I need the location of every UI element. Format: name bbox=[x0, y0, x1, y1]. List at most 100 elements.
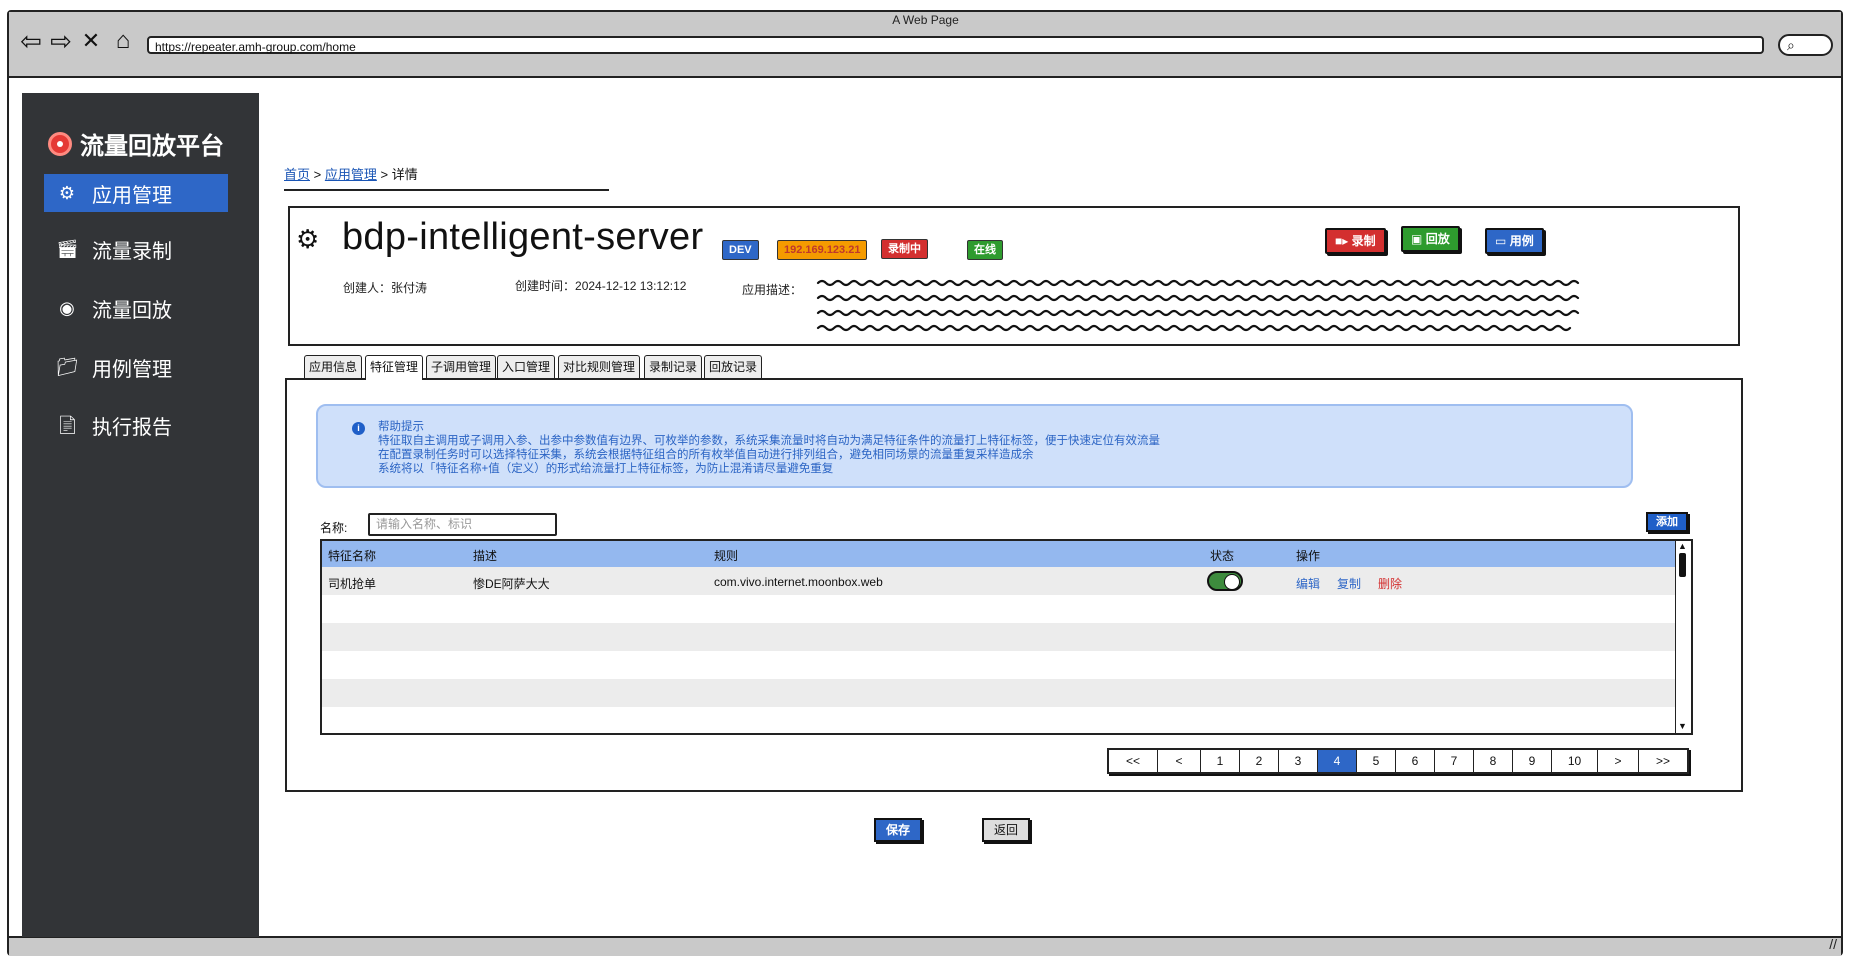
delete-link[interactable]: 删除 bbox=[1378, 575, 1402, 592]
sidebar-item-case-management[interactable]: 📁︎ 用例管理 bbox=[44, 348, 228, 386]
tab-feature-management[interactable]: 特征管理 bbox=[365, 355, 424, 380]
copy-link[interactable]: 复制 bbox=[1337, 575, 1361, 592]
tab-subcall-management[interactable]: 子调用管理 bbox=[426, 355, 497, 378]
feature-rule-cell: com.vivo.internet.moonbox.web bbox=[714, 575, 883, 589]
edit-link[interactable]: 编辑 bbox=[1296, 575, 1320, 592]
back-arrow-icon[interactable]: ⇦ bbox=[16, 28, 46, 54]
brand-name: 流量回放平台 bbox=[80, 133, 224, 160]
sidebar-item-execution-report[interactable]: 📄︎ 执行报告 bbox=[44, 406, 228, 444]
page-5[interactable]: 5 bbox=[1357, 750, 1396, 772]
sidebar bbox=[22, 93, 259, 937]
search-icon[interactable]: ⌕ bbox=[1778, 34, 1833, 56]
tab-app-info[interactable]: 应用信息 bbox=[304, 355, 363, 378]
table-row bbox=[322, 595, 1678, 623]
page-6[interactable]: 6 bbox=[1396, 750, 1435, 772]
tab-replay-records[interactable]: 回放记录 bbox=[704, 355, 763, 378]
url-bar[interactable]: https://repeater.amh-group.com/home bbox=[147, 36, 1764, 54]
name-filter-label: 名称: bbox=[320, 521, 348, 535]
creator-label: 创建人： bbox=[343, 281, 392, 295]
page-prev[interactable]: < bbox=[1158, 750, 1201, 772]
scroll-down-arrow-icon[interactable]: ▼ bbox=[1678, 722, 1687, 731]
help-line: 系统将以「特征名称+值（定义）的形式给流量打上特征标签，为防止混淆请尽量避免重复 bbox=[378, 463, 834, 475]
page-10[interactable]: 10 bbox=[1552, 750, 1598, 772]
breadcrumb-home[interactable]: 首页 bbox=[284, 167, 310, 182]
monitor-icon: ▭ bbox=[1495, 234, 1507, 248]
status-toggle[interactable] bbox=[1207, 571, 1243, 591]
tab-entry-management[interactable]: 入口管理 bbox=[497, 355, 556, 378]
page-7[interactable]: 7 bbox=[1435, 750, 1474, 772]
env-badge: DEV bbox=[722, 240, 759, 260]
tab-recording-records[interactable]: 录制记录 bbox=[644, 355, 703, 378]
case-button[interactable]: ▭ 用例 bbox=[1485, 228, 1544, 254]
ip-badge: 192.169.123.21 bbox=[777, 240, 868, 260]
scroll-up-arrow-icon[interactable]: ▲ bbox=[1678, 542, 1687, 551]
created-time-info: 创建时间：2024-12-12 13:12:12 bbox=[515, 277, 686, 294]
page-8[interactable]: 8 bbox=[1474, 750, 1513, 772]
app-name: bdp-intelligent-server bbox=[342, 216, 704, 258]
replay-button[interactable]: ▣ 回放 bbox=[1401, 226, 1460, 252]
column-header: 操作 bbox=[1296, 549, 1321, 563]
created-time-label: 创建时间： bbox=[515, 279, 576, 293]
sidebar-item-traffic-replay[interactable]: ◉ 流量回放 bbox=[44, 289, 228, 327]
created-time-value: 2024-12-12 13:12:12 bbox=[575, 279, 687, 293]
column-header: 特征名称 bbox=[328, 549, 377, 563]
page-4[interactable]: 4 bbox=[1318, 750, 1357, 772]
sidebar-item-traffic-recording[interactable]: 🎬︎ 流量录制 bbox=[44, 230, 228, 268]
column-header: 描述 bbox=[473, 549, 498, 563]
breadcrumb-separator: > bbox=[380, 167, 389, 182]
gear-icon: ⚙ bbox=[58, 182, 76, 203]
add-feature-button[interactable]: 添加 bbox=[1646, 512, 1688, 532]
page-1[interactable]: 1 bbox=[1201, 750, 1240, 772]
resize-grip-icon[interactable]: // bbox=[1829, 936, 1837, 952]
sidebar-item-label: 流量回放 bbox=[92, 299, 172, 322]
table-header: 特征名称 描述 规则 状态 操作 bbox=[322, 541, 1678, 568]
webcam-logo-icon bbox=[48, 131, 72, 156]
home-icon[interactable]: ⌂ bbox=[108, 28, 138, 54]
back-button[interactable]: 返回 bbox=[982, 818, 1031, 842]
sidebar-item-label: 流量录制 bbox=[92, 240, 172, 263]
table-row bbox=[322, 707, 1678, 733]
recording-status-badge: 录制中 bbox=[881, 239, 928, 259]
table-row bbox=[322, 623, 1678, 651]
clapper-icon: 🎬︎ bbox=[56, 238, 79, 259]
page-next[interactable]: > bbox=[1598, 750, 1639, 772]
record-button[interactable]: ■▸ 录制 bbox=[1325, 228, 1386, 254]
report-icon: 📄︎ bbox=[56, 414, 79, 435]
page-first[interactable]: << bbox=[1109, 750, 1158, 772]
table-row bbox=[322, 651, 1678, 679]
sidebar-item-app-management[interactable]: ⚙ 应用管理 bbox=[44, 174, 228, 212]
table-scrollbar[interactable]: ▲ ▼ bbox=[1675, 541, 1691, 733]
column-header: 状态 bbox=[1210, 549, 1235, 563]
breadcrumb: 首页 > 应用管理 > 详情 bbox=[284, 164, 418, 183]
app-description-label: 应用描述： bbox=[742, 283, 803, 297]
table-row bbox=[322, 679, 1678, 707]
forward-arrow-icon[interactable]: ⇨ bbox=[46, 28, 76, 54]
page-3[interactable]: 3 bbox=[1279, 750, 1318, 772]
page-last[interactable]: >> bbox=[1639, 750, 1687, 772]
playback-icon: ◉ bbox=[59, 297, 75, 318]
name-search-input[interactable]: 请输入名称、标识 bbox=[368, 513, 557, 536]
pagination: << < 1 2 3 4 5 6 7 8 9 10 > >> bbox=[1107, 748, 1689, 774]
save-button[interactable]: 保存 bbox=[874, 818, 923, 842]
close-icon[interactable]: ✕ bbox=[76, 28, 106, 54]
page-2[interactable]: 2 bbox=[1240, 750, 1279, 772]
sidebar-item-label: 用例管理 bbox=[92, 358, 172, 381]
app-description-scribble bbox=[816, 279, 1580, 332]
online-status-badge: 在线 bbox=[967, 240, 1003, 260]
browser-statusbar bbox=[9, 936, 1841, 956]
feature-desc-cell: 惨DE阿萨大大 bbox=[473, 577, 550, 591]
creator-info: 创建人：张付涛 bbox=[343, 279, 427, 296]
creator-value: 张付涛 bbox=[391, 281, 428, 295]
breadcrumb-app-management[interactable]: 应用管理 bbox=[325, 167, 377, 182]
page-9[interactable]: 9 bbox=[1513, 750, 1552, 772]
folder-icon: 📁︎ bbox=[56, 356, 79, 377]
scrollbar-thumb[interactable] bbox=[1679, 553, 1686, 577]
feature-name-cell: 司机抢单 bbox=[328, 577, 377, 591]
settings-gear-icon[interactable]: ⚙ bbox=[296, 224, 319, 255]
info-icon: i bbox=[352, 422, 365, 435]
sidebar-item-label: 执行报告 bbox=[92, 416, 172, 439]
replay-icon: ▣ bbox=[1411, 232, 1423, 246]
sidebar-item-label: 应用管理 bbox=[92, 184, 172, 207]
tab-compare-rules[interactable]: 对比规则管理 bbox=[558, 355, 641, 378]
table-row[interactable]: 司机抢单 惨DE阿萨大大 com.vivo.internet.moonbox.w… bbox=[322, 567, 1678, 595]
